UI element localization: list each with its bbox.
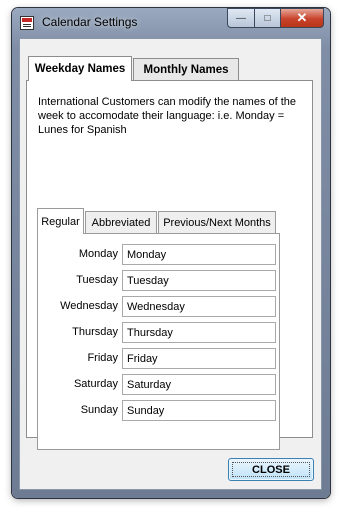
window-close-button[interactable]: ✕ bbox=[280, 8, 324, 28]
day-name-input-sunday[interactable] bbox=[122, 400, 276, 421]
caption-buttons: — □ ✕ bbox=[227, 8, 324, 28]
close-icon: ✕ bbox=[296, 10, 308, 25]
day-row-wednesday: Wednesday bbox=[38, 296, 278, 318]
day-name-input-friday[interactable] bbox=[122, 348, 276, 369]
day-label: Saturday bbox=[73, 378, 118, 390]
day-label: Tuesday bbox=[76, 274, 118, 286]
minimize-icon: — bbox=[236, 12, 246, 24]
day-row-friday: Friday bbox=[38, 348, 278, 370]
tab-monthly-names[interactable]: Monthly Names bbox=[133, 58, 239, 80]
day-name-input-thursday[interactable] bbox=[122, 322, 276, 343]
tab-previous-next-months[interactable]: Previous/Next Months bbox=[158, 211, 276, 233]
maximize-icon: □ bbox=[264, 12, 271, 24]
close-button[interactable]: CLOSE bbox=[228, 458, 314, 481]
day-row-tuesday: Tuesday bbox=[38, 270, 278, 292]
day-label: Friday bbox=[87, 352, 118, 364]
calendar-app-icon bbox=[20, 16, 34, 30]
minimize-button[interactable]: — bbox=[227, 8, 254, 28]
window-title: Calendar Settings bbox=[42, 15, 138, 29]
tab-regular[interactable]: Regular bbox=[37, 208, 84, 234]
tab-weekday-names[interactable]: Weekday Names bbox=[28, 56, 132, 81]
maximize-button[interactable]: □ bbox=[254, 8, 280, 28]
day-label: Sunday bbox=[80, 404, 118, 416]
day-name-input-monday[interactable] bbox=[122, 244, 276, 265]
day-label: Wednesday bbox=[60, 300, 118, 312]
day-label: Thursday bbox=[72, 326, 118, 338]
day-row-saturday: Saturday bbox=[38, 374, 278, 396]
weekday-names-panel: International Customers can modify the n… bbox=[26, 80, 313, 450]
day-row-sunday: Sunday bbox=[38, 400, 278, 422]
day-name-input-wednesday[interactable] bbox=[122, 296, 276, 317]
day-name-input-saturday[interactable] bbox=[122, 374, 276, 395]
regular-names-panel: Monday Tuesday Wednesday Thursday Friday bbox=[37, 233, 280, 450]
day-row-monday: Monday bbox=[38, 244, 278, 266]
day-label: Monday bbox=[78, 248, 118, 260]
title-bar[interactable]: Calendar Settings — □ ✕ bbox=[12, 8, 330, 38]
day-name-input-tuesday[interactable] bbox=[122, 270, 276, 291]
description-text: International Customers can modify the n… bbox=[38, 96, 297, 136]
calendar-settings-window: Calendar Settings — □ ✕ Weekday Names Mo… bbox=[12, 8, 330, 498]
day-row-thursday: Thursday bbox=[38, 322, 278, 344]
tab-abbreviated[interactable]: Abbreviated bbox=[85, 211, 157, 233]
dialog-client-area: Weekday Names Monthly Names Internationa… bbox=[19, 38, 322, 490]
